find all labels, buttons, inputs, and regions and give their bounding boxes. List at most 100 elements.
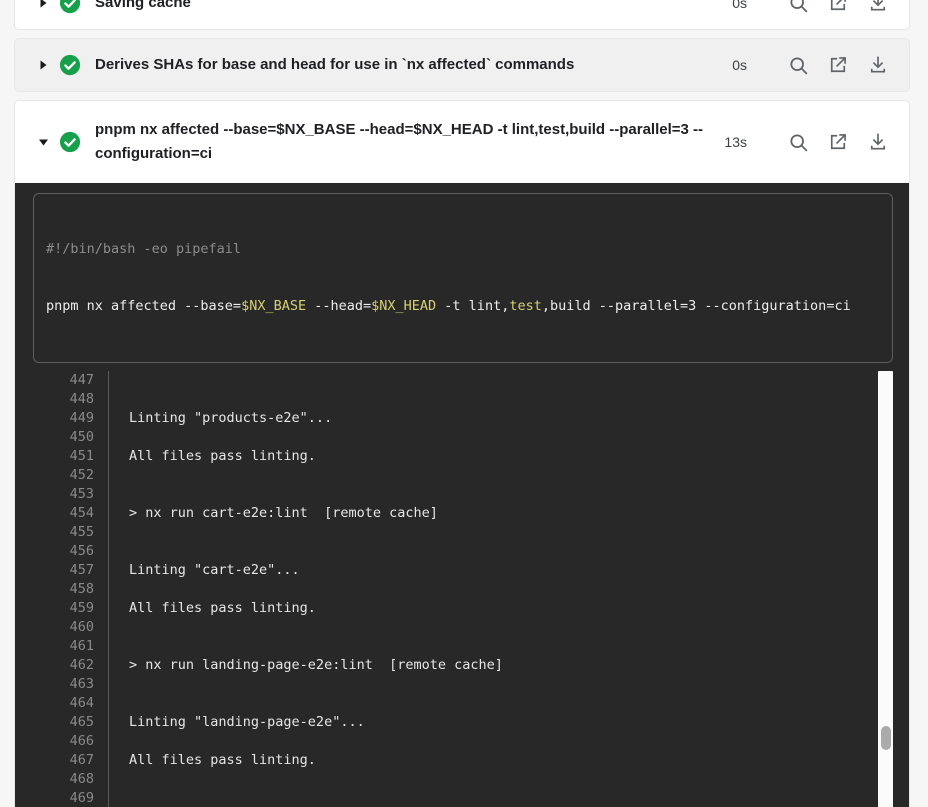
log-line: 465 Linting "landing-page-e2e"... xyxy=(33,713,893,732)
chevron-down-icon[interactable] xyxy=(35,137,51,147)
log-line-number: 453 xyxy=(33,485,108,504)
log-line-text xyxy=(108,371,893,390)
search-step-button[interactable] xyxy=(787,131,809,153)
log-line-text xyxy=(108,523,893,542)
log-line-text xyxy=(108,789,893,807)
log-line-number: 451 xyxy=(33,447,108,466)
step-card-derive-shas: Derives SHAs for base and head for use i… xyxy=(14,38,910,92)
search-step-button[interactable] xyxy=(787,54,809,76)
open-in-new-icon xyxy=(828,0,848,13)
search-icon xyxy=(788,0,809,14)
command-line: pnpm nx affected --base=$NX_BASE --head=… xyxy=(46,297,880,316)
log-lines: 447 448 449 Linting "products-e2e"... 45… xyxy=(33,371,893,807)
download-icon xyxy=(868,132,888,152)
download-step-output-button[interactable] xyxy=(867,0,889,14)
log-line-number: 458 xyxy=(33,580,108,599)
log-line: 464 xyxy=(33,694,893,713)
log-line-text xyxy=(108,542,893,561)
step-card-nx-affected-lint-test-build: pnpm nx affected --base=$NX_BASE --head=… xyxy=(14,100,910,807)
log-line: 469 xyxy=(33,789,893,807)
log-output[interactable]: 447 448 449 Linting "products-e2e"... 45… xyxy=(33,371,893,807)
log-line-number: 456 xyxy=(33,542,108,561)
step-duration: 0s xyxy=(732,57,747,73)
log-line-number: 462 xyxy=(33,656,108,675)
step-header-nx-affected-lint-test-build[interactable]: pnpm nx affected --base=$NX_BASE --head=… xyxy=(15,101,909,183)
log-line-number: 454 xyxy=(33,504,108,523)
log-line: 459 All files pass linting. xyxy=(33,599,893,618)
open-step-in-new-tab-button[interactable] xyxy=(827,131,849,153)
log-line-text xyxy=(108,675,893,694)
chevron-right-icon[interactable] xyxy=(35,0,51,8)
log-line-number: 468 xyxy=(33,770,108,789)
log-line: 466 xyxy=(33,732,893,751)
log-line-text: Linting "products-e2e"... xyxy=(108,409,893,428)
step-header-saving-cache[interactable]: Saving cache 0s xyxy=(15,0,909,29)
log-line-number: 463 xyxy=(33,675,108,694)
log-line-number: 450 xyxy=(33,428,108,447)
log-line-text: Linting "cart-e2e"... xyxy=(108,561,893,580)
log-line-number: 461 xyxy=(33,637,108,656)
log-line-text: Linting "landing-page-e2e"... xyxy=(108,713,893,732)
download-step-output-button[interactable] xyxy=(867,54,889,76)
log-line-number: 464 xyxy=(33,694,108,713)
log-line: 447 xyxy=(33,371,893,390)
search-icon xyxy=(788,55,809,76)
log-line: 463 xyxy=(33,675,893,694)
log-line-number: 448 xyxy=(33,390,108,409)
log-line-number: 469 xyxy=(33,789,108,807)
step-title: Saving cache xyxy=(95,0,715,15)
log-line-text xyxy=(108,618,893,637)
log-scrollbar-thumb[interactable] xyxy=(881,726,891,750)
download-icon xyxy=(868,55,888,75)
success-check-icon xyxy=(59,54,81,76)
log-line-number: 465 xyxy=(33,713,108,732)
log-line: 455 xyxy=(33,523,893,542)
log-line: 453 xyxy=(33,485,893,504)
log-line: 458 xyxy=(33,580,893,599)
log-line-text xyxy=(108,390,893,409)
log-line-number: 447 xyxy=(33,371,108,390)
open-in-new-icon xyxy=(828,55,848,75)
command-token-highlight: test xyxy=(509,298,542,314)
log-line-number: 457 xyxy=(33,561,108,580)
open-step-in-new-tab-button[interactable] xyxy=(827,54,849,76)
step-duration: 0s xyxy=(732,0,747,11)
log-line-text: All files pass linting. xyxy=(108,751,893,770)
log-line: 456 xyxy=(33,542,893,561)
command-shebang: #!/bin/bash -eo pipefail xyxy=(46,240,880,259)
command-token: --head= xyxy=(306,298,371,314)
build-steps-panel: Saving cache 0s Derives SHAs for base an… xyxy=(0,0,928,807)
log-line-text xyxy=(108,732,893,751)
step-output-terminal: #!/bin/bash -eo pipefail pnpm nx affecte… xyxy=(15,183,909,807)
log-line-number: 467 xyxy=(33,751,108,770)
log-scrollbar-track[interactable] xyxy=(878,371,893,807)
search-step-button[interactable] xyxy=(787,0,809,14)
chevron-right-icon[interactable] xyxy=(35,60,51,70)
log-line-text xyxy=(108,580,893,599)
log-line: 452 xyxy=(33,466,893,485)
step-header-derive-shas[interactable]: Derives SHAs for base and head for use i… xyxy=(15,39,909,91)
download-step-output-button[interactable] xyxy=(867,131,889,153)
success-check-icon xyxy=(59,0,81,14)
step-duration: 13s xyxy=(724,134,747,150)
step-card-saving-cache: Saving cache 0s xyxy=(14,0,910,30)
log-line-text xyxy=(108,466,893,485)
log-line-number: 459 xyxy=(33,599,108,618)
log-line-number: 452 xyxy=(33,466,108,485)
open-step-in-new-tab-button[interactable] xyxy=(827,0,849,14)
command-token: -t lint, xyxy=(436,298,509,314)
log-line-text: All files pass linting. xyxy=(108,599,893,618)
log-line-text: > nx run cart-e2e:lint [remote cache] xyxy=(108,504,893,523)
log-line-number: 460 xyxy=(33,618,108,637)
command-token-highlight: $NX_BASE xyxy=(241,298,306,314)
search-icon xyxy=(788,132,809,153)
open-in-new-icon xyxy=(828,132,848,152)
log-line-text: > nx run landing-page-e2e:lint [remote c… xyxy=(108,656,893,675)
command-token: ,build --parallel=3 --configuration=ci xyxy=(542,298,851,314)
log-line: 460 xyxy=(33,618,893,637)
log-line: 450 xyxy=(33,428,893,447)
step-title: pnpm nx affected --base=$NX_BASE --head=… xyxy=(95,118,715,166)
log-line: 457 Linting "cart-e2e"... xyxy=(33,561,893,580)
log-line-text xyxy=(108,485,893,504)
log-line: 462 > nx run landing-page-e2e:lint [remo… xyxy=(33,656,893,675)
